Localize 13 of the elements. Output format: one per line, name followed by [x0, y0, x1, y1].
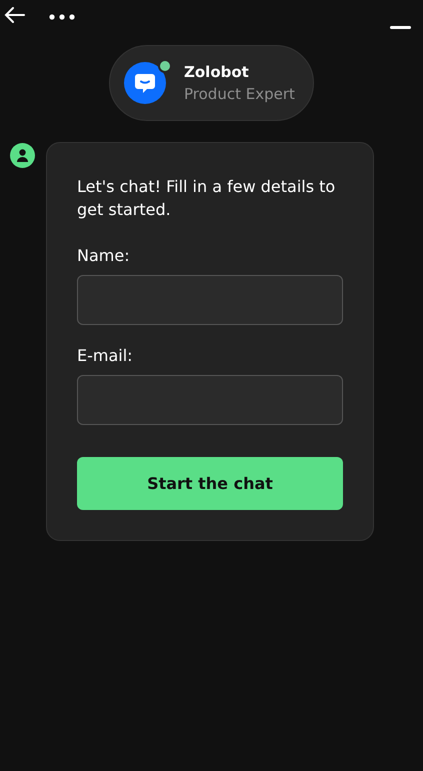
intro-text: Let's chat! Fill in a few details to get started.: [77, 176, 336, 221]
input-field[interactable]: [77, 275, 343, 325]
user-avatar-icon: [10, 143, 35, 168]
input-field[interactable]: [77, 375, 343, 425]
agent-name: Zolobot: [184, 62, 250, 83]
field-label: E-mail:: [77, 345, 134, 367]
start-chat-button[interactable]: Start the chat: [77, 457, 343, 510]
minimize-icon[interactable]: [390, 26, 411, 29]
more-icon[interactable]: [49, 14, 75, 20]
chat-icon: [134, 72, 156, 94]
agent-role: Product Expert: [184, 84, 295, 105]
field-label: Name:: [77, 245, 131, 267]
back-icon[interactable]: [4, 6, 25, 24]
